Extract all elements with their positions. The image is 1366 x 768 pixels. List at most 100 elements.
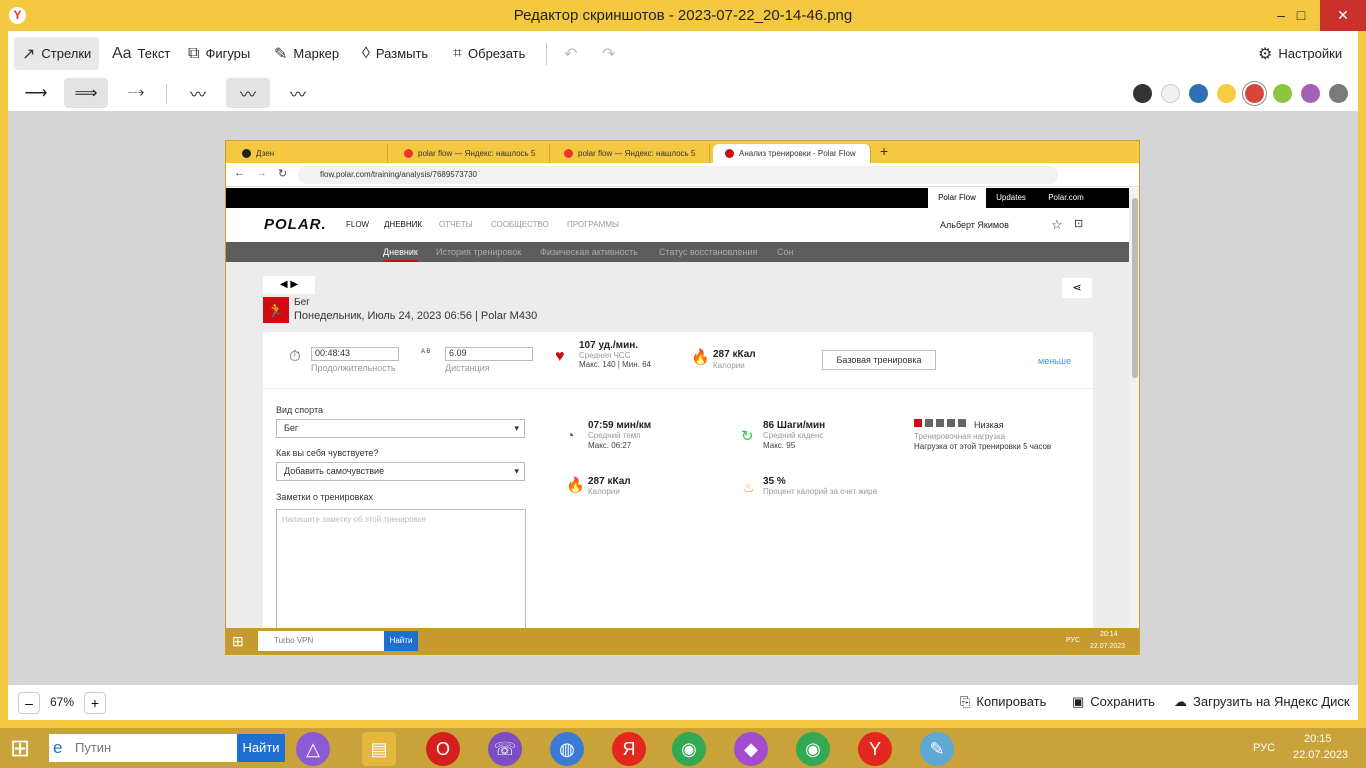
load-bars xyxy=(914,419,966,427)
inner-find-button[interactable]: Найти xyxy=(384,631,418,651)
notifications-icon[interactable]: ⊡ xyxy=(1074,217,1083,230)
inner-lang: РУС xyxy=(1066,637,1081,644)
reload-icon[interactable]: ↻ xyxy=(278,167,287,180)
arrows-tool-button[interactable]: ↗ Стрелки xyxy=(14,37,100,70)
back-icon[interactable]: ← xyxy=(234,167,245,179)
color-swatch[interactable] xyxy=(1189,84,1208,103)
base-training-button[interactable]: Базовая тренировка xyxy=(822,350,936,370)
link-polar-flow[interactable]: Polar Flow xyxy=(928,188,986,208)
alice-icon[interactable]: △ xyxy=(296,732,330,766)
taskbar-search-input[interactable]: e Путин xyxy=(49,734,237,762)
nav-programs[interactable]: ПРОГРАММЫ xyxy=(567,220,619,229)
scroll-thumb[interactable] xyxy=(1132,198,1138,378)
title-bar: Y Редактор скриншотов - 2023-07-22_20-14… xyxy=(0,0,1366,31)
feeling-select[interactable]: Добавить самочувствие ▾ xyxy=(276,462,525,481)
inner-search-input[interactable]: Turbo VPN xyxy=(258,631,384,651)
subnav-history[interactable]: История тренировок xyxy=(436,242,521,262)
yandex-icon xyxy=(564,149,573,159)
taskbar-find-button[interactable]: Найти xyxy=(237,734,285,762)
window-title: Редактор скриншотов - 2023-07-22_20-14-4… xyxy=(513,7,853,24)
subnav-recovery[interactable]: Статус восстановления xyxy=(659,242,757,262)
zoom-in-button[interactable]: + xyxy=(84,692,106,714)
taskbar-lang[interactable]: РУС xyxy=(1253,742,1275,754)
nav-community[interactable]: СООБЩЕСТВО xyxy=(491,220,549,229)
url-field[interactable]: flow.polar.com/training/analysis/7689573… xyxy=(298,166,1058,184)
zoom-level: 67% xyxy=(50,695,75,709)
duration-input[interactable]: 00:48:43 xyxy=(311,347,399,361)
color-swatch[interactable] xyxy=(1161,84,1180,103)
yandex-screenshot-icon[interactable]: Y xyxy=(858,732,892,766)
nav-diary[interactable]: ДНЕВНИК xyxy=(384,220,422,229)
link-updates[interactable]: Updates xyxy=(988,188,1034,208)
opera-icon[interactable]: O xyxy=(426,732,460,766)
gear-icon: ⚙ xyxy=(1258,45,1273,63)
copy-button[interactable]: ⎘ Копировать xyxy=(960,694,1046,710)
stroke-thin[interactable]: 〰 xyxy=(176,78,220,108)
color-swatch[interactable] xyxy=(1133,84,1152,103)
windows-start-icon[interactable]: ⊞ xyxy=(232,633,244,650)
stroke-medium[interactable]: 〰 xyxy=(226,78,270,108)
tab-polar-flow[interactable]: Анализ тренировки - Polar Flow xyxy=(713,144,871,163)
sport-type-select[interactable]: Бег ▾ xyxy=(276,419,525,438)
forward-icon[interactable]: → xyxy=(256,167,267,179)
settings-button[interactable]: ⚙ Настройки xyxy=(1250,37,1350,70)
shapes-tool-button[interactable]: ⧉ Фигуры xyxy=(180,37,258,70)
less-link[interactable]: меньше xyxy=(1038,356,1071,366)
feeling-label: Как вы себя чувствуете? xyxy=(276,448,379,458)
link-polar-com[interactable]: Polar.com xyxy=(1036,188,1096,208)
browser-scrollbar[interactable] xyxy=(1129,188,1139,628)
close-button[interactable]: ✕ xyxy=(1320,0,1366,31)
distance-input[interactable]: 6.09 xyxy=(445,347,533,361)
redo-icon: ↷ xyxy=(602,45,616,63)
user-name[interactable]: Альберт Якимов xyxy=(940,220,1009,230)
prev-next-buttons[interactable]: ◀ ▶ xyxy=(263,276,315,294)
sport-name: Бег xyxy=(294,297,310,308)
star-icon[interactable]: ☆ xyxy=(1051,217,1063,233)
crystal-icon[interactable]: ◆ xyxy=(734,732,768,766)
drop-icon: ◊ xyxy=(362,44,370,62)
color-swatch[interactable] xyxy=(1329,84,1348,103)
crop-tool-button[interactable]: ⌗ Обрезать xyxy=(445,37,533,70)
sport-select-value: Бег xyxy=(284,423,299,433)
paint-icon[interactable]: ✎ xyxy=(920,732,954,766)
save-button[interactable]: ▣ Сохранить xyxy=(1072,694,1155,710)
hr-min-max: Макс. 140 | Мин. 64 xyxy=(579,360,652,369)
tab-dzen[interactable]: Дзен xyxy=(230,144,388,163)
new-tab-button[interactable]: + xyxy=(880,143,888,159)
arrow-style-dotted[interactable]: ⤏ xyxy=(114,78,158,108)
windows-start-icon[interactable]: ⊞ xyxy=(10,734,30,763)
polar-header: POLAR. FLOW ДНЕВНИК ОТЧЕТЫ СООБЩЕСТВО ПР… xyxy=(226,208,1129,242)
color-swatch[interactable] xyxy=(1245,84,1264,103)
undo-button[interactable]: ↶ xyxy=(556,37,585,70)
nav-reports[interactable]: ОТЧЕТЫ xyxy=(439,220,473,229)
subnav-activity[interactable]: Физическая активность xyxy=(540,242,638,262)
maximize-button[interactable]: □ xyxy=(1282,0,1320,31)
viber-icon[interactable]: ☏ xyxy=(488,732,522,766)
color-swatch[interactable] xyxy=(1273,84,1292,103)
chrome-icon[interactable]: ◉ xyxy=(672,732,706,766)
screenshot-image[interactable]: Дзен polar flow — Яндекс: нашлось 5 pola… xyxy=(225,140,1140,655)
subnav-diary[interactable]: Дневник xyxy=(383,242,418,262)
arrow-style-bold[interactable]: ⟹ xyxy=(64,78,108,108)
chrome-active-icon[interactable]: ◉ xyxy=(796,732,830,766)
tab-yandex-1[interactable]: polar flow — Яндекс: нашлось 5 xyxy=(392,144,550,163)
yandex-browser-icon[interactable]: Я xyxy=(612,732,646,766)
marker-tool-button[interactable]: ✎ Маркер xyxy=(266,37,347,70)
share-icon[interactable]: ⋖ xyxy=(1062,278,1092,298)
globe-icon[interactable]: ◍ xyxy=(550,732,584,766)
file-explorer-icon[interactable]: ▤ xyxy=(362,732,396,766)
notes-textarea[interactable]: Напишите заметку об этой тренировке xyxy=(276,509,526,639)
polar-logo[interactable]: POLAR. xyxy=(264,216,327,233)
inner-time: 20:14 xyxy=(1100,631,1118,638)
blur-tool-button[interactable]: ◊ Размыть xyxy=(354,37,436,70)
arrow-style-thin[interactable]: ⟶ xyxy=(14,78,58,108)
redo-button[interactable]: ↷ xyxy=(594,37,623,70)
zoom-out-button[interactable]: – xyxy=(18,692,40,714)
subnav-sleep[interactable]: Сон xyxy=(777,242,793,262)
text-tool-button[interactable]: Aa Текст xyxy=(104,37,178,70)
tab-yandex-2[interactable]: polar flow — Яндекс: нашлось 5 xyxy=(552,144,710,163)
color-swatch[interactable] xyxy=(1217,84,1236,103)
color-swatch[interactable] xyxy=(1301,84,1320,103)
stroke-thick[interactable]: 〰 xyxy=(276,78,320,108)
upload-disk-button[interactable]: ☁ Загрузить на Яндекс Диск xyxy=(1174,694,1350,710)
